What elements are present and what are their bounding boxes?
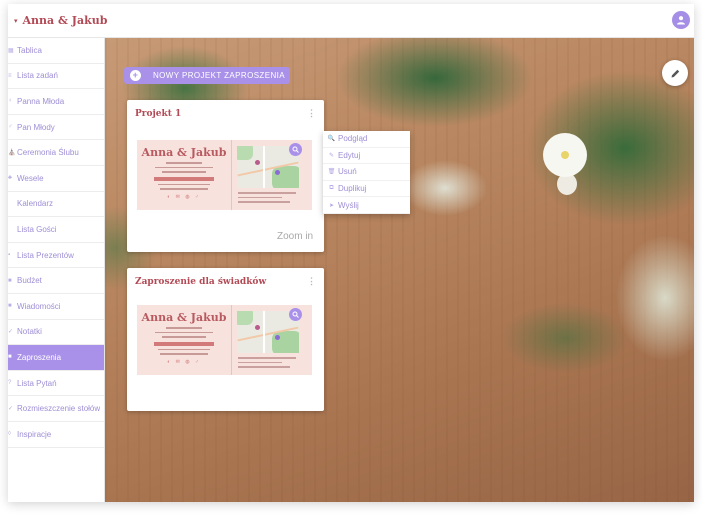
background-flower [557, 173, 577, 195]
sidebar-item-lista-prezentow[interactable]: ▪ Lista Prezentów [8, 243, 104, 269]
menu-item-label: Duplikuj [338, 184, 367, 194]
magnifier-icon: 🔍 [327, 136, 336, 143]
zoom-in-button[interactable] [289, 143, 302, 156]
sidebar-item-label: Lista Pytań [17, 378, 57, 388]
menu-item-label: Edytuj [338, 150, 361, 160]
bride-icon: ♀ [8, 98, 13, 105]
new-invitation-button[interactable]: + NOWY PROJEKT ZAPROSZENIA [124, 67, 290, 84]
church-icon: ⛪ [8, 150, 16, 157]
invitations-main: + NOWY PROJEKT ZAPROSZENIA Projekt 1 ⋮ A… [105, 38, 694, 502]
sidebar-item-wesele[interactable]: ♣ Wesele [8, 166, 104, 192]
menu-item-label: Usuń [338, 167, 357, 177]
sidebar-item-lista-gosci[interactable]: Lista Gości [8, 217, 104, 243]
kebab-menu-icon[interactable]: ⋮ [307, 108, 316, 119]
copy-icon: ⧉ [329, 185, 334, 192]
sidebar-item-kalendarz[interactable]: Kalendarz [8, 192, 104, 218]
preview-names: Anna & Jakub [141, 146, 227, 159]
sidebar-item-label: Wesele [17, 173, 44, 183]
menu-item-label: Podgląd [338, 134, 368, 144]
preview-map-side [232, 140, 312, 210]
sidebar: ▦ Tablica ≡ Lista zadań ♀ Panna Młoda ♂ Pan … [8, 38, 105, 502]
brand-mark-icon: ▾ [14, 16, 18, 25]
sidebar-item-label: Wiadomości [17, 301, 61, 311]
check-icon: ✓ [8, 406, 14, 413]
project-title: Zaproszenie dla świadków [135, 277, 267, 287]
menu-item-delete[interactable]: 🗑 Usuń [323, 164, 410, 181]
plus-icon: + [130, 70, 141, 81]
sidebar-item-label: Ceremonia Ślubu [17, 148, 79, 158]
menu-item-duplicate[interactable]: ⧉ Duplikuj [323, 181, 410, 198]
pencil-icon: ✎ [328, 152, 335, 159]
kebab-menu-icon[interactable]: ⋮ [307, 276, 316, 287]
invitation-preview[interactable]: Anna & Jakub ◐ ✉ ◍ ♂ [137, 140, 312, 210]
check-icon: ✓ [8, 329, 14, 336]
sidebar-item-pan-mlody[interactable]: ♂ Pan Młody [8, 115, 104, 141]
top-bar: ▾ Anna & Jakub [8, 4, 694, 38]
sidebar-item-notatki[interactable]: ✓ Notatki [8, 320, 104, 346]
sidebar-item-tablica[interactable]: ▦ Tablica [8, 38, 104, 64]
sidebar-item-label: Inspiracje [17, 429, 52, 439]
preview-front: Anna & Jakub ◐ ✉ ◍ ♂ [137, 140, 232, 210]
gift-icon: ▪ [8, 252, 11, 259]
message-icon: ■ [8, 303, 12, 310]
preview-icons: ◐ ✉ ◍ ♂ [167, 193, 201, 200]
magnifier-icon [292, 146, 299, 153]
background-flower [543, 133, 587, 177]
sidebar-item-label: Zaproszenia [17, 352, 62, 362]
sidebar-item-zaproszenia[interactable]: ■ Zaproszenia [8, 345, 104, 371]
pencil-icon [671, 69, 679, 77]
preview-names: Anna & Jakub [141, 311, 227, 324]
sidebar-item-label: Lista Prezentów [17, 250, 74, 260]
sidebar-item-label: Budżet [17, 276, 42, 286]
invitation-preview[interactable]: Anna & Jakub ◐ ✉ ◍ ♂ [137, 305, 312, 375]
list-icon: ≡ [8, 72, 12, 79]
sidebar-item-wiadomosci[interactable]: ■ Wiadomości [8, 294, 104, 320]
sidebar-item-label: Panna Młoda [17, 96, 65, 106]
project-card[interactable]: Projekt 1 ⋮ Anna & Jakub ◐ ✉ ◍ ♂ Zoom in [127, 100, 324, 252]
sidebar-item-label: Pan Młody [17, 122, 55, 132]
sidebar-item-label: Lista Gości [17, 224, 57, 234]
sidebar-item-lista-pytan[interactable]: ? Lista Pytań [8, 371, 104, 397]
menu-item-label: Wyślij [338, 200, 359, 210]
avatar[interactable] [672, 11, 690, 29]
preview-map-side [232, 305, 312, 375]
sidebar-item-lista-zadan[interactable]: ≡ Lista zadań [8, 64, 104, 90]
menu-item-preview[interactable]: 🔍 Podgląd [323, 131, 410, 148]
project-card[interactable]: Zaproszenie dla świadków ⋮ Anna & Jakub … [127, 268, 324, 411]
sidebar-item-panna-mloda[interactable]: ♀ Panna Młoda [8, 89, 104, 115]
person-icon [677, 16, 685, 25]
sidebar-item-label: Lista zadań [17, 71, 58, 81]
brand-link[interactable]: ▾ Anna & Jakub [14, 14, 107, 27]
party-icon: ♣ [8, 175, 12, 182]
app-window: ▾ Anna & Jakub ▦ Tablica ≡ Lista zadań ♀ Pa… [8, 4, 694, 502]
brand-title: Anna & Jakub [22, 14, 108, 27]
sidebar-item-label: Tablica [17, 45, 42, 55]
sidebar-item-label: Rozmieszczenie stołów [17, 404, 101, 414]
sidebar-item-inspiracje[interactable]: ◊ Inspiracje [8, 422, 104, 448]
sidebar-item-budzet[interactable]: ■ Budżet [8, 268, 104, 294]
trash-icon: 🗑 [327, 169, 336, 176]
sidebar-item-label: Notatki [17, 327, 42, 337]
zoom-in-button[interactable] [289, 308, 302, 321]
menu-item-edit[interactable]: ✎ Edytuj [323, 148, 410, 165]
dashboard-icon: ▦ [8, 47, 14, 54]
sidebar-item-rozmieszczenie[interactable]: ✓ Rozmieszczenie stołów [8, 396, 104, 422]
new-invitation-label: NOWY PROJEKT ZAPROSZENIA [153, 71, 285, 80]
magnifier-icon [292, 311, 299, 318]
edit-fab[interactable] [662, 60, 688, 86]
project-title: Projekt 1 [135, 109, 182, 119]
groom-icon: ♂ [8, 124, 13, 131]
budget-icon: ■ [8, 277, 12, 284]
menu-item-send[interactable]: ➤ Wyślij [323, 197, 410, 214]
preview-front: Anna & Jakub ◐ ✉ ◍ ♂ [137, 305, 232, 375]
invitation-icon: ■ [8, 354, 12, 361]
sidebar-item-label: Kalendarz [17, 199, 54, 209]
inspiration-icon: ◊ [8, 431, 11, 438]
preview-icons: ◐ ✉ ◍ ♂ [167, 358, 201, 365]
sidebar-item-ceremonia[interactable]: ⛪ Ceremonia Ślubu [8, 140, 104, 166]
zoom-in-label: Zoom in [277, 231, 314, 242]
send-icon: ➤ [328, 202, 335, 209]
project-context-menu: 🔍 Podgląd ✎ Edytuj 🗑 Usuń ⧉ Duplikuj ➤ Wyślij [323, 131, 410, 214]
question-icon: ? [8, 380, 12, 387]
